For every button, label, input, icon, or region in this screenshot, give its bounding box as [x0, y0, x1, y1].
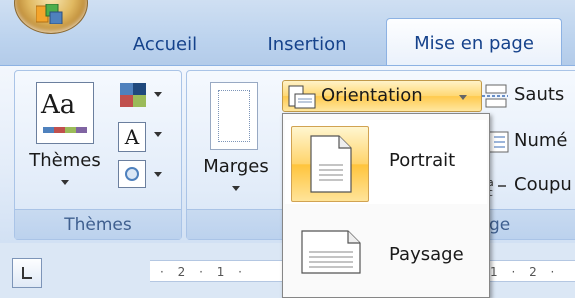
themes-button[interactable]: Aa Thèmes [20, 78, 110, 206]
ruler-left-marks: · 2 · 1 · [160, 265, 247, 279]
orientation-option-paysage[interactable]: Paysage [285, 214, 487, 298]
tab-accueil[interactable]: Accueil [118, 25, 212, 65]
tab-mise-en-page[interactable]: Mise en page [386, 18, 562, 66]
chevron-down-icon [154, 172, 162, 177]
group-themes-label: Thèmes [15, 209, 181, 239]
orientation-dropdown-menu: Portrait Paysage [282, 113, 490, 298]
option-label-portrait: Portrait [389, 150, 456, 171]
effects-icon [118, 160, 146, 188]
option-label-paysage: Paysage [389, 244, 464, 265]
orientation-button-label: Orientation [321, 85, 423, 106]
coupure-button-label: Coupu [514, 174, 572, 195]
sauts-button-label: Sauts [514, 84, 565, 105]
themes-aa-glyph: Aa [41, 90, 76, 120]
landscape-page-icon [301, 230, 361, 274]
font-a-icon: A [118, 122, 146, 152]
orientation-icon [288, 85, 316, 109]
marges-button-label: Marges [203, 156, 269, 177]
ruler-right-marks: 1 · 2 · [490, 265, 560, 279]
breaks-icon [482, 84, 508, 108]
tab-selector-button[interactable] [12, 258, 42, 288]
tab-stop-icon [22, 267, 32, 279]
orientation-button[interactable]: Orientation [282, 80, 482, 112]
portrait-page-icon [310, 135, 352, 193]
theme-colors-button[interactable] [118, 80, 166, 110]
themes-button-label: Thèmes [29, 150, 101, 171]
orientation-option-portrait[interactable]: Portrait [285, 120, 487, 204]
portrait-highlight [291, 126, 369, 202]
themes-gallery-icon: Aa [36, 82, 94, 144]
chevron-down-icon [232, 186, 240, 191]
marges-button[interactable]: Marges [194, 78, 278, 206]
chevron-down-icon [154, 92, 162, 97]
margins-page-icon [210, 82, 258, 150]
theme-effects-button[interactable] [118, 160, 166, 190]
themes-color-strip [43, 127, 87, 133]
chevron-down-icon [61, 180, 69, 185]
color-palette-icon [120, 83, 146, 107]
chevron-down-icon [459, 95, 467, 100]
tab-insertion[interactable]: Insertion [246, 25, 368, 65]
office-logo-icon [36, 4, 63, 24]
numeros-button-label: Numé [514, 130, 568, 151]
chevron-down-icon [154, 132, 162, 137]
theme-fonts-button[interactable]: A [118, 122, 166, 152]
